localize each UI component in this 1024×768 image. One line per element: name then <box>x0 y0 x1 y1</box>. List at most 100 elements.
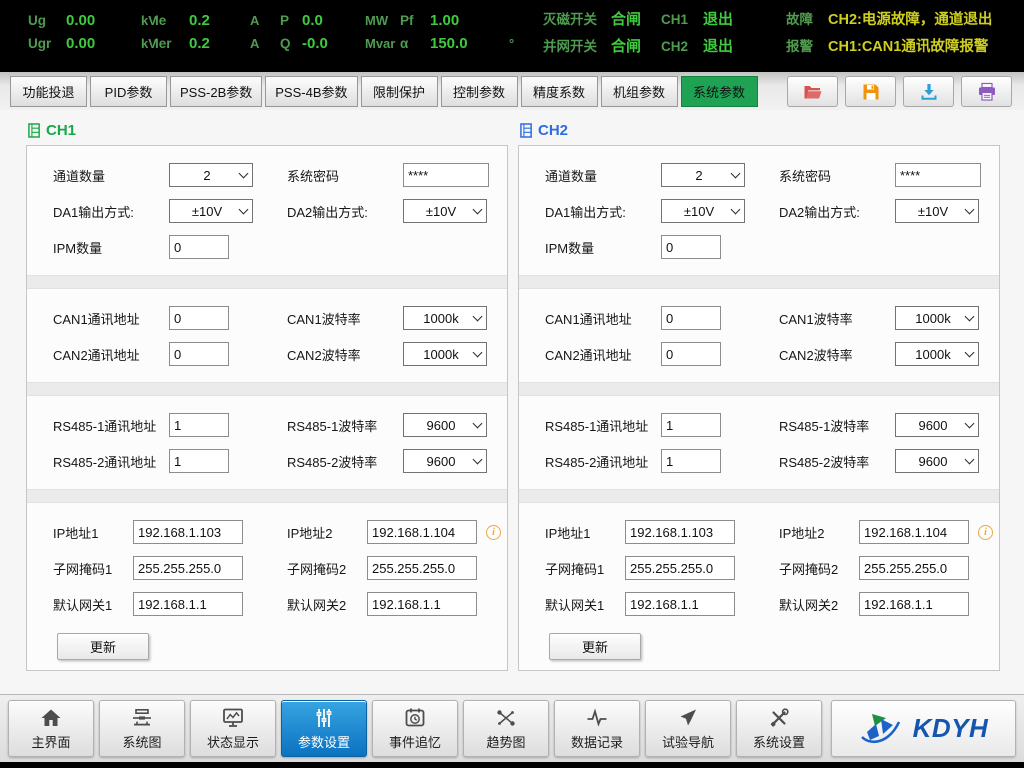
ch2-rs485-1-baud-rate-select[interactable]: 9600 <box>895 413 979 437</box>
tab-bar: 功能投退PID参数PSS-2B参数PSS-4B参数限制保护控制参数精度系数机组参… <box>0 64 1024 110</box>
print-button[interactable] <box>961 76 1012 107</box>
tab-control-params[interactable]: 控制参数 <box>441 76 518 107</box>
metric-label: Ugr <box>28 36 64 51</box>
nav-event-recall[interactable]: 事件追忆 <box>372 700 458 757</box>
ch1-ip-address-2-input[interactable] <box>367 520 477 544</box>
ch1-default-gateway-1-input[interactable] <box>133 592 243 616</box>
ch2-da2-output-mode-select[interactable]: ±10V <box>895 199 979 223</box>
info-icon[interactable] <box>978 525 993 540</box>
nav-label: 趋势图 <box>486 732 525 751</box>
ch1-update-button[interactable]: 更新 <box>57 633 149 660</box>
field-label: RS485-2通讯地址 <box>545 452 661 471</box>
nav-test-navigation[interactable]: 试验导航 <box>645 700 731 757</box>
ch1-can2-baud-rate-select[interactable]: 1000k <box>403 342 487 366</box>
open-file-button[interactable] <box>787 76 838 107</box>
ch1-channel-count-select[interactable]: 2 <box>169 163 253 187</box>
ch2-can2-baud-rate-select[interactable]: 1000k <box>895 342 979 366</box>
nav-system-settings[interactable]: 系统设置 <box>736 700 822 757</box>
ch1-default-gateway-2-input[interactable] <box>367 592 477 616</box>
field-subnet-mask-1: 子网掩码1 <box>545 556 779 580</box>
tab-precision-coeff[interactable]: 精度系数 <box>521 76 598 107</box>
ch2-default-gateway-2-input[interactable] <box>859 592 969 616</box>
ch1-da1-output-mode-select[interactable]: ±10V <box>169 199 253 223</box>
channel-title-text: CH1 <box>46 122 76 139</box>
switch-value: 退出 <box>703 35 733 56</box>
export-button[interactable] <box>903 76 954 107</box>
ch2-rs485-2-address-input[interactable] <box>661 449 721 473</box>
field-label: RS485-1通讯地址 <box>53 416 169 435</box>
field-system-password: 系统密码 <box>287 163 521 187</box>
ch1-section-1: 通道数量2系统密码DA1输出方式:±10VDA2输出方式:±10VIPM数量 <box>27 146 507 275</box>
ch2-system-password-input[interactable] <box>895 163 981 187</box>
update-button-row: 更新 <box>519 622 999 660</box>
ch1-rs485-1-address-input[interactable] <box>169 413 229 437</box>
ch1-can1-address-input[interactable] <box>169 306 229 330</box>
switch-group-breakers: 灭磁开关合闸并网开关合闸 <box>543 0 646 64</box>
ch2-ipm-count-input[interactable] <box>661 235 721 259</box>
tab-strip: 功能投退PID参数PSS-2B参数PSS-4B参数限制保护控制参数精度系数机组参… <box>10 76 758 107</box>
ch1-can1-baud-rate-select[interactable]: 1000k <box>403 306 487 330</box>
ch1-ipm-count-input[interactable] <box>169 235 229 259</box>
field-label: CAN1通讯地址 <box>545 309 661 328</box>
ch2-rs485-1-address-input[interactable] <box>661 413 721 437</box>
switch-label: 灭磁开关 <box>543 8 609 28</box>
chevron-down-icon <box>965 419 975 429</box>
system-tools-icon <box>766 706 792 730</box>
nav-param-settings[interactable]: 参数设置 <box>281 700 367 757</box>
ch1-rs485-1-baud-rate-select[interactable]: 9600 <box>403 413 487 437</box>
nav-main-screen[interactable]: 主界面 <box>8 700 94 757</box>
ch1-system-password-input[interactable] <box>403 163 489 187</box>
ch1-da2-output-mode-select[interactable]: ±10V <box>403 199 487 223</box>
field-subnet-mask-2: 子网掩码2 <box>779 556 1013 580</box>
tab-limit-protection[interactable]: 限制保护 <box>361 76 438 107</box>
select-value: 1000k <box>900 347 966 362</box>
ch1-subnet-mask-2-input[interactable] <box>367 556 477 580</box>
ch2-channel-count-select[interactable]: 2 <box>661 163 745 187</box>
ch2-section-1: 通道数量2系统密码DA1输出方式:±10VDA2输出方式:±10VIPM数量 <box>519 146 999 275</box>
switch-value: 合闸 <box>611 8 641 29</box>
main-content: CH1 通道数量2系统密码DA1输出方式:±10VDA2输出方式:±10VIPM数… <box>0 110 1024 694</box>
ch2-ip-address-1-input[interactable] <box>625 520 735 544</box>
tab-pss2b-params[interactable]: PSS-2B参数 <box>170 76 262 107</box>
nav-label: 参数设置 <box>298 732 350 751</box>
nav-status-display[interactable]: 状态显示 <box>190 700 276 757</box>
ch2-subnet-mask-2-input[interactable] <box>859 556 969 580</box>
metric-value: 1.00 <box>430 12 504 29</box>
ch2-can2-address-input[interactable] <box>661 342 721 366</box>
ch2-can1-address-input[interactable] <box>661 306 721 330</box>
tab-function-enable[interactable]: 功能投退 <box>10 76 87 107</box>
section-separator <box>27 275 507 289</box>
tab-pid-params[interactable]: PID参数 <box>90 76 167 107</box>
nav-label: 主界面 <box>31 732 70 751</box>
field-rs485-2-address: RS485-2通讯地址 <box>545 449 779 473</box>
save-button[interactable] <box>845 76 896 107</box>
nav-system-diagram[interactable]: 系统图 <box>99 700 185 757</box>
field-channel-count: 通道数量2 <box>545 163 779 187</box>
metric-value: 0.00 <box>66 35 136 52</box>
tab-pss4b-params[interactable]: PSS-4B参数 <box>265 76 357 107</box>
field-label: IP地址1 <box>53 523 133 542</box>
company-logo[interactable]: KDYH <box>831 700 1016 757</box>
ch2-update-button[interactable]: 更新 <box>549 633 641 660</box>
ch2-ip-address-2-input[interactable] <box>859 520 969 544</box>
nav-trend-chart[interactable]: 趋势图 <box>463 700 549 757</box>
ch2-subnet-mask-1-input[interactable] <box>625 556 735 580</box>
switch-label: CH1 <box>661 12 701 27</box>
form-row: 通道数量2系统密码 <box>27 157 507 193</box>
ch1-rs485-2-address-input[interactable] <box>169 449 229 473</box>
tab-unit-params[interactable]: 机组参数 <box>601 76 678 107</box>
nav-data-record[interactable]: 数据记录 <box>554 700 640 757</box>
ch1-subnet-mask-1-input[interactable] <box>133 556 243 580</box>
tab-system-params[interactable]: 系统参数 <box>681 76 758 107</box>
ch2-section-2: CAN1通讯地址CAN1波特率1000kCAN2通讯地址CAN2波特率1000k <box>519 289 999 382</box>
ch2-default-gateway-1-input[interactable] <box>625 592 735 616</box>
ch2-da1-output-mode-select[interactable]: ±10V <box>661 199 745 223</box>
metric-factor-angle-r1: Pf1.00 <box>400 12 514 29</box>
ch1-rs485-2-baud-rate-select[interactable]: 9600 <box>403 449 487 473</box>
ch2-rs485-2-baud-rate-select[interactable]: 9600 <box>895 449 979 473</box>
ch1-can2-address-input[interactable] <box>169 342 229 366</box>
ch1-ip-address-1-input[interactable] <box>133 520 243 544</box>
info-icon[interactable] <box>486 525 501 540</box>
metric-group-power: P0.0MWQ-0.0Mvar <box>280 0 395 64</box>
ch2-can1-baud-rate-select[interactable]: 1000k <box>895 306 979 330</box>
